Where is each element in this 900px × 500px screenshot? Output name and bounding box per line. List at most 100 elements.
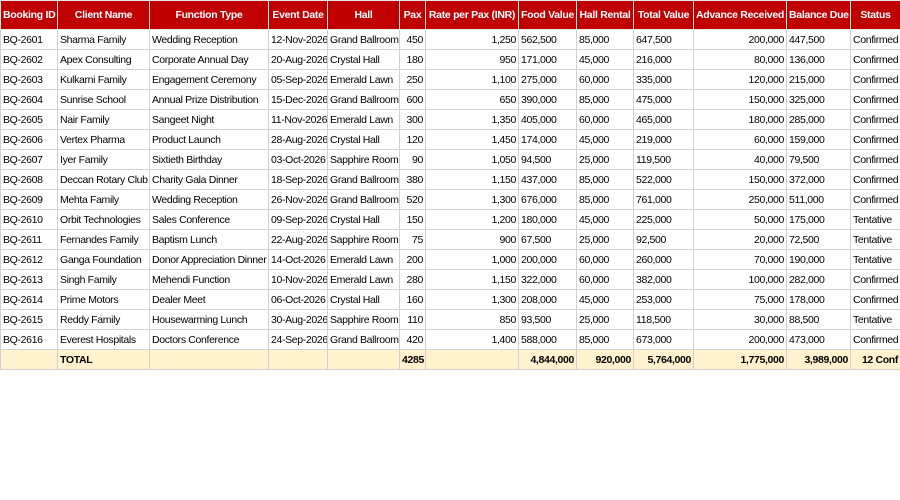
cell-function-type[interactable]: Engagement Ceremony: [149, 69, 269, 90]
cell-function-type[interactable]: Corporate Annual Day: [149, 49, 269, 70]
cell-hall-rental[interactable]: 45,000: [576, 209, 634, 230]
total-advance-received[interactable]: 1,775,000: [693, 349, 787, 370]
cell-client-name[interactable]: Everest Hospitals: [57, 329, 150, 350]
cell-client-name[interactable]: Reddy Family: [57, 309, 150, 330]
cell-rate-per-pax[interactable]: 1,350: [425, 109, 519, 130]
cell-hall-rental[interactable]: 45,000: [576, 49, 634, 70]
cell-balance-due[interactable]: 511,000: [786, 189, 851, 210]
cell-pax[interactable]: 75: [399, 229, 426, 250]
header-balance-due[interactable]: Balance Due: [786, 0, 851, 30]
total-food-value[interactable]: 4,844,000: [518, 349, 577, 370]
cell-status[interactable]: Confirmed: [850, 49, 900, 70]
cell-booking-id[interactable]: BQ-2613: [0, 269, 58, 290]
cell-advance-received[interactable]: 200,000: [693, 29, 787, 50]
cell-status[interactable]: Confirmed: [850, 329, 900, 350]
total-label[interactable]: TOTAL: [57, 349, 150, 370]
cell-rate-per-pax[interactable]: 1,250: [425, 29, 519, 50]
cell-event-date[interactable]: 12-Nov-2026: [268, 29, 328, 50]
header-pax[interactable]: Pax: [399, 0, 426, 30]
cell-function-type[interactable]: Annual Prize Distribution: [149, 89, 269, 110]
cell-food-value[interactable]: 94,500: [518, 149, 577, 170]
cell-hall[interactable]: Sapphire Room: [327, 229, 400, 250]
cell-total-value[interactable]: 225,000: [633, 209, 694, 230]
cell-pax[interactable]: 90: [399, 149, 426, 170]
total-balance-due[interactable]: 3,989,000: [786, 349, 851, 370]
cell-client-name[interactable]: Singh Family: [57, 269, 150, 290]
cell-food-value[interactable]: 405,000: [518, 109, 577, 130]
cell-total-value[interactable]: 335,000: [633, 69, 694, 90]
cell-pax[interactable]: 120: [399, 129, 426, 150]
cell-function-type[interactable]: Donor Appreciation Dinner: [149, 249, 269, 270]
cell-event-date[interactable]: 30-Aug-2026: [268, 309, 328, 330]
cell-function-type[interactable]: Dealer Meet: [149, 289, 269, 310]
cell-food-value[interactable]: 676,000: [518, 189, 577, 210]
cell-pax[interactable]: 180: [399, 49, 426, 70]
cell-hall-rental[interactable]: 60,000: [576, 249, 634, 270]
cell-booking-id[interactable]: BQ-2611: [0, 229, 58, 250]
cell-pax[interactable]: 380: [399, 169, 426, 190]
cell-event-date[interactable]: 18-Sep-2026: [268, 169, 328, 190]
cell-function-type[interactable]: Mehendi Function: [149, 269, 269, 290]
cell-status[interactable]: Confirmed: [850, 189, 900, 210]
total-cell-function-type[interactable]: [149, 349, 269, 370]
cell-booking-id[interactable]: BQ-2607: [0, 149, 58, 170]
cell-hall[interactable]: Crystal Hall: [327, 129, 400, 150]
cell-function-type[interactable]: Sixtieth Birthday: [149, 149, 269, 170]
cell-food-value[interactable]: 171,000: [518, 49, 577, 70]
cell-status[interactable]: Confirmed: [850, 29, 900, 50]
cell-client-name[interactable]: Prime Motors: [57, 289, 150, 310]
cell-pax[interactable]: 150: [399, 209, 426, 230]
cell-event-date[interactable]: 24-Sep-2026: [268, 329, 328, 350]
cell-hall-rental[interactable]: 85,000: [576, 89, 634, 110]
cell-client-name[interactable]: Vertex Pharma: [57, 129, 150, 150]
cell-total-value[interactable]: 260,000: [633, 249, 694, 270]
cell-rate-per-pax[interactable]: 950: [425, 49, 519, 70]
cell-pax[interactable]: 450: [399, 29, 426, 50]
cell-total-value[interactable]: 253,000: [633, 289, 694, 310]
cell-balance-due[interactable]: 473,000: [786, 329, 851, 350]
cell-function-type[interactable]: Sangeet Night: [149, 109, 269, 130]
cell-rate-per-pax[interactable]: 650: [425, 89, 519, 110]
cell-advance-received[interactable]: 180,000: [693, 109, 787, 130]
total-hall-rental[interactable]: 920,000: [576, 349, 634, 370]
cell-food-value[interactable]: 588,000: [518, 329, 577, 350]
cell-rate-per-pax[interactable]: 1,050: [425, 149, 519, 170]
cell-event-date[interactable]: 06-Oct-2026: [268, 289, 328, 310]
cell-advance-received[interactable]: 75,000: [693, 289, 787, 310]
cell-total-value[interactable]: 475,000: [633, 89, 694, 110]
cell-booking-id[interactable]: BQ-2609: [0, 189, 58, 210]
total-cell-booking-id[interactable]: [0, 349, 58, 370]
cell-balance-due[interactable]: 175,000: [786, 209, 851, 230]
cell-rate-per-pax[interactable]: 1,400: [425, 329, 519, 350]
cell-total-value[interactable]: 761,000: [633, 189, 694, 210]
cell-client-name[interactable]: Sunrise School: [57, 89, 150, 110]
cell-hall-rental[interactable]: 60,000: [576, 69, 634, 90]
cell-function-type[interactable]: Charity Gala Dinner: [149, 169, 269, 190]
cell-status[interactable]: Confirmed: [850, 289, 900, 310]
cell-advance-received[interactable]: 150,000: [693, 89, 787, 110]
cell-balance-due[interactable]: 325,000: [786, 89, 851, 110]
cell-hall[interactable]: Grand Ballroom: [327, 89, 400, 110]
cell-pax[interactable]: 300: [399, 109, 426, 130]
cell-total-value[interactable]: 647,500: [633, 29, 694, 50]
cell-status[interactable]: Tentative: [850, 309, 900, 330]
cell-client-name[interactable]: Mehta Family: [57, 189, 150, 210]
header-hall-rental[interactable]: Hall Rental: [576, 0, 634, 30]
cell-total-value[interactable]: 92,500: [633, 229, 694, 250]
header-rate-per-pax[interactable]: Rate per Pax (INR): [425, 0, 519, 30]
cell-hall-rental[interactable]: 25,000: [576, 229, 634, 250]
cell-event-date[interactable]: 09-Sep-2026: [268, 209, 328, 230]
cell-event-date[interactable]: 10-Nov-2026: [268, 269, 328, 290]
cell-balance-due[interactable]: 190,000: [786, 249, 851, 270]
cell-function-type[interactable]: Sales Conference: [149, 209, 269, 230]
cell-pax[interactable]: 160: [399, 289, 426, 310]
header-advance-received[interactable]: Advance Received: [693, 0, 787, 30]
cell-hall-rental[interactable]: 85,000: [576, 29, 634, 50]
cell-advance-received[interactable]: 20,000: [693, 229, 787, 250]
cell-advance-received[interactable]: 200,000: [693, 329, 787, 350]
cell-booking-id[interactable]: BQ-2604: [0, 89, 58, 110]
cell-total-value[interactable]: 465,000: [633, 109, 694, 130]
cell-food-value[interactable]: 67,500: [518, 229, 577, 250]
cell-total-value[interactable]: 119,500: [633, 149, 694, 170]
total-cell-event-date[interactable]: [268, 349, 328, 370]
